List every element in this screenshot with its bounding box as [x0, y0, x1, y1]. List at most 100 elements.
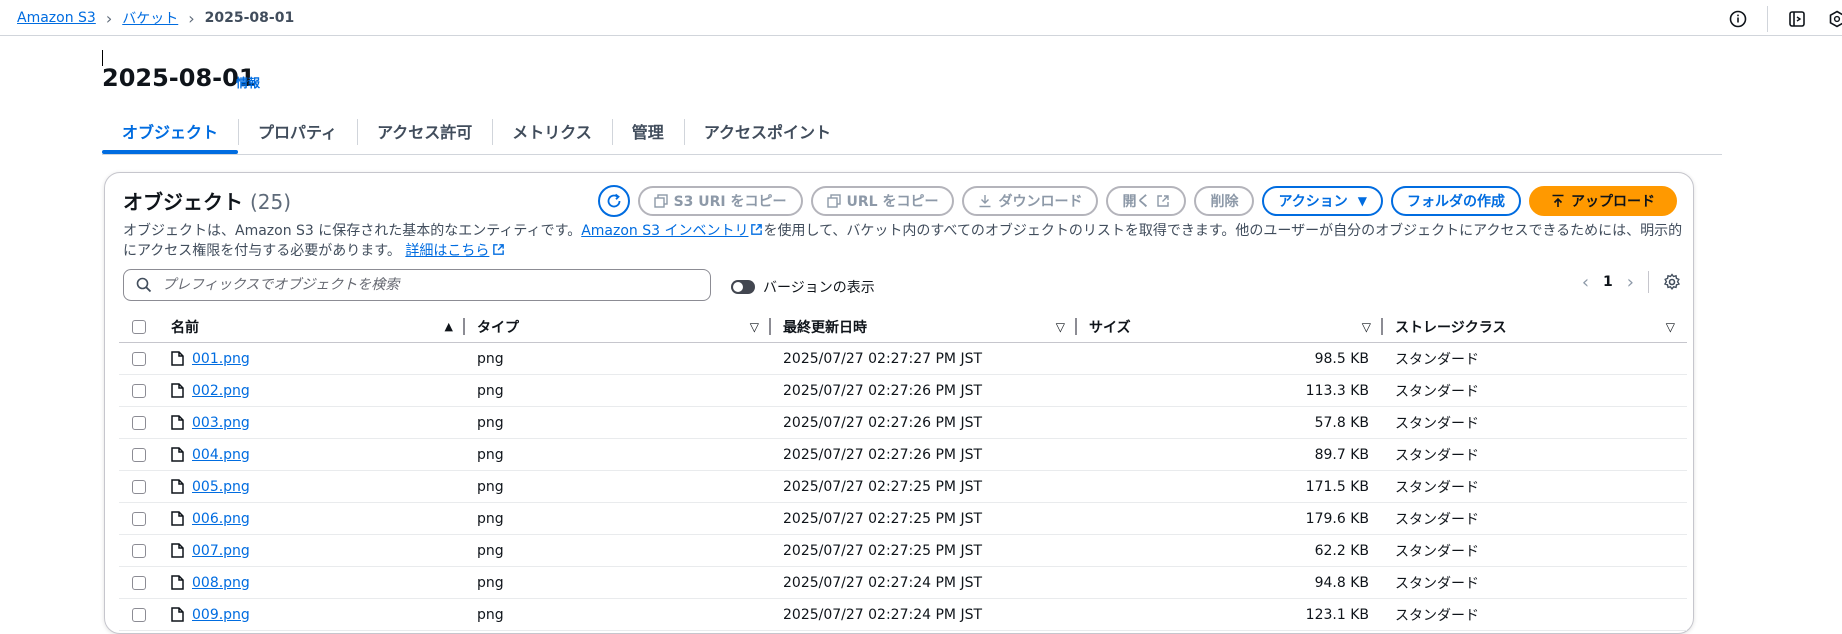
- objects-panel: オブジェクト (25) S3 URI をコピー URL をコピー ダウンロード …: [104, 172, 1694, 634]
- table-row[interactable]: 002.png png 2025/07/27 02:27:26 PM JST 1…: [119, 375, 1687, 407]
- upload-button[interactable]: アップロード: [1529, 186, 1677, 216]
- table-row[interactable]: 008.png png 2025/07/27 02:27:24 PM JST 9…: [119, 567, 1687, 599]
- download-button[interactable]: ダウンロード: [962, 186, 1099, 216]
- storage-class-cell: スタンダード: [1395, 607, 1479, 624]
- info-icon[interactable]: [1727, 8, 1749, 30]
- sort-ascending-icon: ▲: [444, 320, 453, 333]
- type-cell: png: [477, 382, 504, 399]
- tab-permissions[interactable]: アクセス許可: [357, 114, 492, 148]
- size-cell: 113.3 KB: [1305, 382, 1369, 399]
- learn-more-link[interactable]: 詳細はこちら: [405, 243, 505, 259]
- sort-icon: ▽: [1055, 319, 1065, 334]
- name-cell: 005.png: [159, 479, 465, 495]
- row-checkbox[interactable]: [132, 351, 146, 366]
- storage-class-cell: スタンダード: [1395, 351, 1479, 368]
- table-header: 名前 ▲ タイプ ▽ 最終更新日時 ▽ サイズ ▽ ストレージクラス ▽: [119, 311, 1687, 343]
- table-row[interactable]: 003.png png 2025/07/27 02:27:26 PM JST 5…: [119, 407, 1687, 439]
- tab-objects[interactable]: オブジェクト: [102, 114, 239, 154]
- object-link[interactable]: 004.png: [192, 447, 250, 463]
- table-row[interactable]: 009.png png 2025/07/27 02:27:24 PM JST 1…: [119, 599, 1687, 631]
- file-icon: [171, 351, 184, 366]
- divider: [1648, 271, 1649, 293]
- file-icon: [171, 479, 184, 494]
- column-type[interactable]: タイプ ▽: [465, 311, 771, 342]
- gear-icon[interactable]: [1663, 273, 1681, 291]
- row-select-cell: [119, 415, 159, 430]
- page-title: 2025-08-01: [102, 64, 256, 92]
- refresh-icon: [607, 193, 620, 208]
- row-select-cell: [119, 511, 159, 526]
- actions-dropdown[interactable]: アクション ▼: [1262, 186, 1383, 216]
- objects-heading: オブジェクト (25): [123, 186, 291, 215]
- copy-url-button[interactable]: URL をコピー: [810, 186, 955, 216]
- column-size[interactable]: サイズ ▽: [1077, 311, 1383, 342]
- file-icon: [171, 511, 184, 526]
- column-name[interactable]: 名前 ▲: [159, 311, 465, 342]
- object-link[interactable]: 008.png: [192, 575, 250, 591]
- copy-s3-uri-button[interactable]: S3 URI をコピー: [637, 186, 803, 216]
- search-input[interactable]: [160, 276, 684, 294]
- name-cell: 003.png: [159, 415, 465, 431]
- info-link[interactable]: 情報: [236, 74, 260, 91]
- row-checkbox[interactable]: [132, 415, 146, 430]
- storage-class-cell: スタンダード: [1395, 511, 1479, 528]
- modified-cell: 2025/07/27 02:27:24 PM JST: [783, 606, 983, 623]
- chevron-right-icon[interactable]: ›: [1627, 272, 1634, 293]
- object-link[interactable]: 005.png: [192, 479, 250, 495]
- table-row[interactable]: 004.png png 2025/07/27 02:27:26 PM JST 8…: [119, 439, 1687, 471]
- row-checkbox[interactable]: [132, 511, 146, 526]
- type-cell: png: [477, 414, 504, 431]
- row-checkbox[interactable]: [132, 479, 146, 494]
- table-row[interactable]: 001.png png 2025/07/27 02:27:27 PM JST 9…: [119, 343, 1687, 375]
- create-folder-button[interactable]: フォルダの作成: [1391, 186, 1521, 216]
- file-icon: [171, 543, 184, 558]
- table-row[interactable]: 005.png png 2025/07/27 02:27:25 PM JST 1…: [119, 471, 1687, 503]
- type-cell: png: [477, 478, 504, 495]
- tab-management[interactable]: 管理: [611, 114, 684, 148]
- row-checkbox[interactable]: [132, 543, 146, 558]
- tab-access-points[interactable]: アクセスポイント: [683, 114, 851, 148]
- search-icon: [136, 277, 152, 293]
- modified-cell: 2025/07/27 02:27:26 PM JST: [783, 382, 983, 399]
- upload-icon: [1552, 194, 1564, 207]
- page-number[interactable]: 1: [1603, 274, 1613, 290]
- column-name-label: 名前: [171, 319, 199, 336]
- table-row[interactable]: 007.png png 2025/07/27 02:27:25 PM JST 6…: [119, 535, 1687, 567]
- search-box: [123, 269, 711, 301]
- column-modified[interactable]: 最終更新日時 ▽: [771, 311, 1077, 342]
- copy-icon: [826, 194, 841, 208]
- chevron-left-icon[interactable]: ‹: [1582, 272, 1589, 293]
- show-versions-toggle[interactable]: [731, 280, 755, 294]
- pagination: ‹ 1 ›: [1582, 271, 1681, 293]
- row-checkbox[interactable]: [132, 607, 146, 622]
- object-link[interactable]: 002.png: [192, 383, 250, 399]
- select-all-checkbox[interactable]: [132, 319, 146, 334]
- breadcrumb-amazon-s3[interactable]: Amazon S3: [17, 10, 96, 26]
- open-button[interactable]: 開く: [1106, 186, 1187, 216]
- column-type-label: タイプ: [477, 319, 519, 336]
- tab-properties[interactable]: プロパティ: [238, 114, 357, 148]
- inventory-link[interactable]: Amazon S3 インベントリ: [581, 223, 763, 239]
- modified-cell: 2025/07/27 02:27:25 PM JST: [783, 542, 983, 559]
- object-link[interactable]: 009.png: [192, 607, 250, 623]
- delete-button[interactable]: 削除: [1194, 186, 1255, 216]
- file-icon: [171, 415, 184, 430]
- breadcrumb-buckets[interactable]: バケット: [122, 8, 178, 28]
- object-link[interactable]: 007.png: [192, 543, 250, 559]
- object-link[interactable]: 006.png: [192, 511, 250, 527]
- sort-icon: ▽: [749, 319, 759, 334]
- hexagon-icon[interactable]: [1826, 8, 1842, 30]
- row-checkbox[interactable]: [132, 447, 146, 462]
- name-cell: 004.png: [159, 447, 465, 463]
- copy-icon: [653, 194, 668, 208]
- object-link[interactable]: 003.png: [192, 415, 250, 431]
- row-checkbox[interactable]: [132, 575, 146, 590]
- object-link[interactable]: 001.png: [192, 351, 250, 367]
- table-row[interactable]: 006.png png 2025/07/27 02:27:25 PM JST 1…: [119, 503, 1687, 535]
- name-cell: 009.png: [159, 607, 465, 623]
- row-checkbox[interactable]: [132, 383, 146, 398]
- refresh-button[interactable]: [597, 185, 630, 217]
- panel-icon[interactable]: [1786, 8, 1808, 30]
- column-storage-class[interactable]: ストレージクラス ▽: [1383, 311, 1687, 342]
- tab-metrics[interactable]: メトリクス: [492, 114, 612, 148]
